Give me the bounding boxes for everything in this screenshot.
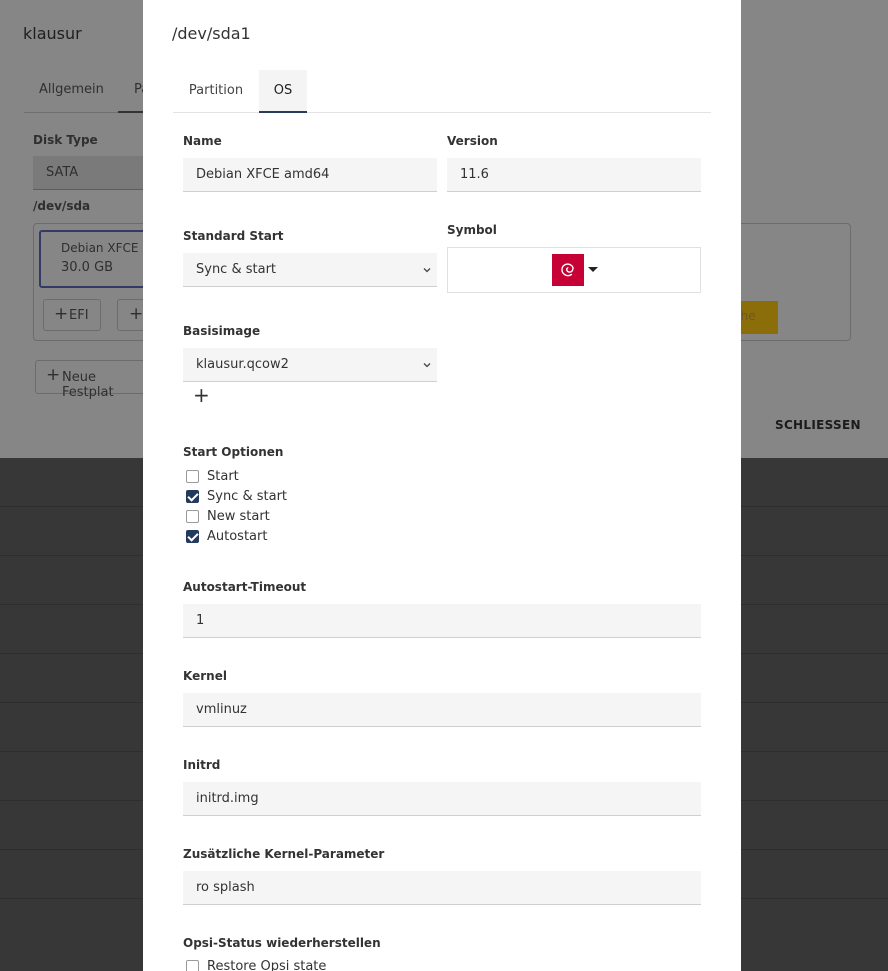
opsi-label: Opsi-Status wiederherstellen <box>183 936 381 950</box>
checkbox-label: Sync & start <box>207 489 288 504</box>
debian-swirl-icon <box>552 254 584 286</box>
autostart-timeout-label: Autostart-Timeout <box>183 580 307 594</box>
tab-partition[interactable]: Partition <box>173 70 259 113</box>
standard-start-label: Standard Start <box>183 229 284 243</box>
standard-start-select[interactable]: Sync & start <box>183 253 437 287</box>
background-disk-path: /dev/sda <box>33 199 91 213</box>
checkbox[interactable] <box>186 960 199 971</box>
background-disk-type-label: Disk Type <box>33 133 98 147</box>
kernel-label: Kernel <box>183 669 227 683</box>
checkbox[interactable] <box>186 470 199 483</box>
checkbox[interactable] <box>186 490 199 503</box>
background-efi-button: + EFI <box>43 299 101 331</box>
add-basisimage-button[interactable]: + <box>193 385 210 405</box>
checkbox[interactable] <box>186 530 199 543</box>
basisimage-value: klausur.qcow2 <box>196 357 289 372</box>
kernel-params-label: Zusätzliche Kernel-Parameter <box>183 847 385 861</box>
kernel-params-input[interactable]: ro splash <box>183 871 701 905</box>
checkbox-label: Start <box>207 469 239 484</box>
background-partition-name: Debian XFCE a <box>61 241 150 255</box>
background-close-button: SCHLIESSEN <box>775 418 861 432</box>
chevron-down-icon <box>423 268 431 273</box>
background-tab-allgemein: Allgemein <box>39 82 104 97</box>
standard-start-value: Sync & start <box>196 262 277 277</box>
background-tab-indicator <box>118 111 146 113</box>
version-input[interactable]: 11.6 <box>447 158 701 192</box>
background-partition-card <box>39 230 149 288</box>
background-disk-type-value: SATA <box>46 165 79 180</box>
symbol-picker[interactable] <box>447 247 701 293</box>
dialog-title: /dev/sda1 <box>172 24 251 43</box>
basisimage-label: Basisimage <box>183 324 261 338</box>
initrd-input[interactable]: initrd.img <box>183 782 701 816</box>
background-add-disk-button: + Neue Festplat <box>35 360 147 400</box>
plus-icon: + <box>46 365 61 385</box>
start-options-label: Start Optionen <box>183 445 284 459</box>
caret-down-icon <box>588 267 598 272</box>
dialog-tabs: Partition OS <box>173 70 711 113</box>
name-input[interactable]: Debian XFCE amd64 <box>183 158 437 192</box>
autostart-timeout-input[interactable]: 1 <box>183 604 701 638</box>
background-partition-size: 30.0 GB <box>61 260 114 275</box>
name-label: Name <box>183 134 222 148</box>
background-add-disk-label: Neue Festplat <box>62 370 114 400</box>
plus-icon: + <box>129 304 144 324</box>
background-title: klausur <box>23 24 82 43</box>
chevron-down-icon <box>423 363 431 368</box>
checkbox-label: New start <box>207 509 270 524</box>
symbol-label: Symbol <box>447 223 497 237</box>
checkbox[interactable] <box>186 510 199 523</box>
background-efi-label: EFI <box>69 308 89 323</box>
tab-os[interactable]: OS <box>259 70 307 113</box>
plus-icon: + <box>54 304 69 324</box>
initrd-label: Initrd <box>183 758 221 772</box>
checkbox-label: Restore Opsi state <box>207 959 327 971</box>
basisimage-select[interactable]: klausur.qcow2 <box>183 348 437 382</box>
checkbox-label: Autostart <box>207 529 268 544</box>
version-label: Version <box>447 134 498 148</box>
partition-dialog: /dev/sda1 Partition OS Name Debian XFCE … <box>143 0 741 971</box>
kernel-input[interactable]: vmlinuz <box>183 693 701 727</box>
